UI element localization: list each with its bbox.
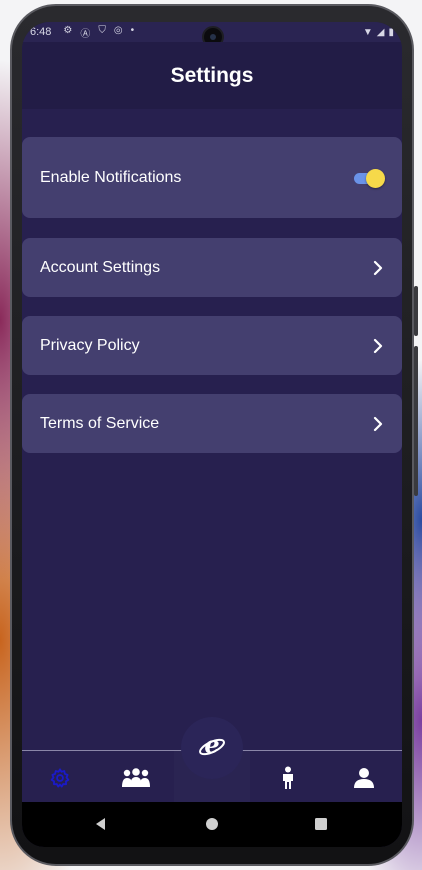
gear-icon: ⚙ [63,24,73,36]
toggle-thumb [366,168,385,188]
status-time: 6:48 [30,26,52,38]
chevron-right-icon [372,260,384,276]
recents-icon[interactable] [306,809,336,839]
a-icon: Ⓐ [80,28,91,40]
app-header: Settings [22,42,402,109]
battery-icon: ▮ [388,26,394,38]
group-icon[interactable] [116,763,156,793]
volume-button [414,286,418,336]
power-button [414,346,418,496]
back-icon[interactable] [86,809,116,839]
system-nav-bar [22,802,402,847]
signal-icon: ◢ [376,26,385,38]
shield-icon: ⛉ [98,24,106,36]
account-settings-label: Account Settings [40,258,161,276]
dot-icon: • [130,24,135,36]
settings-icon[interactable] [40,763,80,793]
explorer-icon: e [197,730,227,766]
notifications-toggle[interactable] [352,168,385,188]
terms-of-service-label: Terms of Service [40,414,160,432]
explorer-button[interactable]: e [181,717,243,779]
chevron-right-icon [372,338,384,354]
terms-of-service-item[interactable]: Terms of Service [22,394,402,453]
page-title: Settings [170,63,254,87]
bottom-nav: e [22,717,402,803]
privacy-policy-label: Privacy Policy [40,336,140,354]
account-settings-item[interactable]: Account Settings [22,238,402,297]
person-icon[interactable] [268,763,308,793]
privacy-policy-item[interactable]: Privacy Policy [22,316,402,375]
wifi-icon: ▼ [362,26,373,38]
chevron-right-icon [372,416,384,432]
notifications-card: Enable Notifications [22,137,402,218]
notifications-label: Enable Notifications [40,168,182,186]
home-icon[interactable] [197,809,227,839]
app-screen: 6:48 ⚙ Ⓐ ⛉ ◎ • ▼ ◢ ▮ Settings Enable Not… [22,22,402,847]
data-saver-icon: ◎ [113,24,123,36]
user-icon[interactable] [344,763,384,793]
